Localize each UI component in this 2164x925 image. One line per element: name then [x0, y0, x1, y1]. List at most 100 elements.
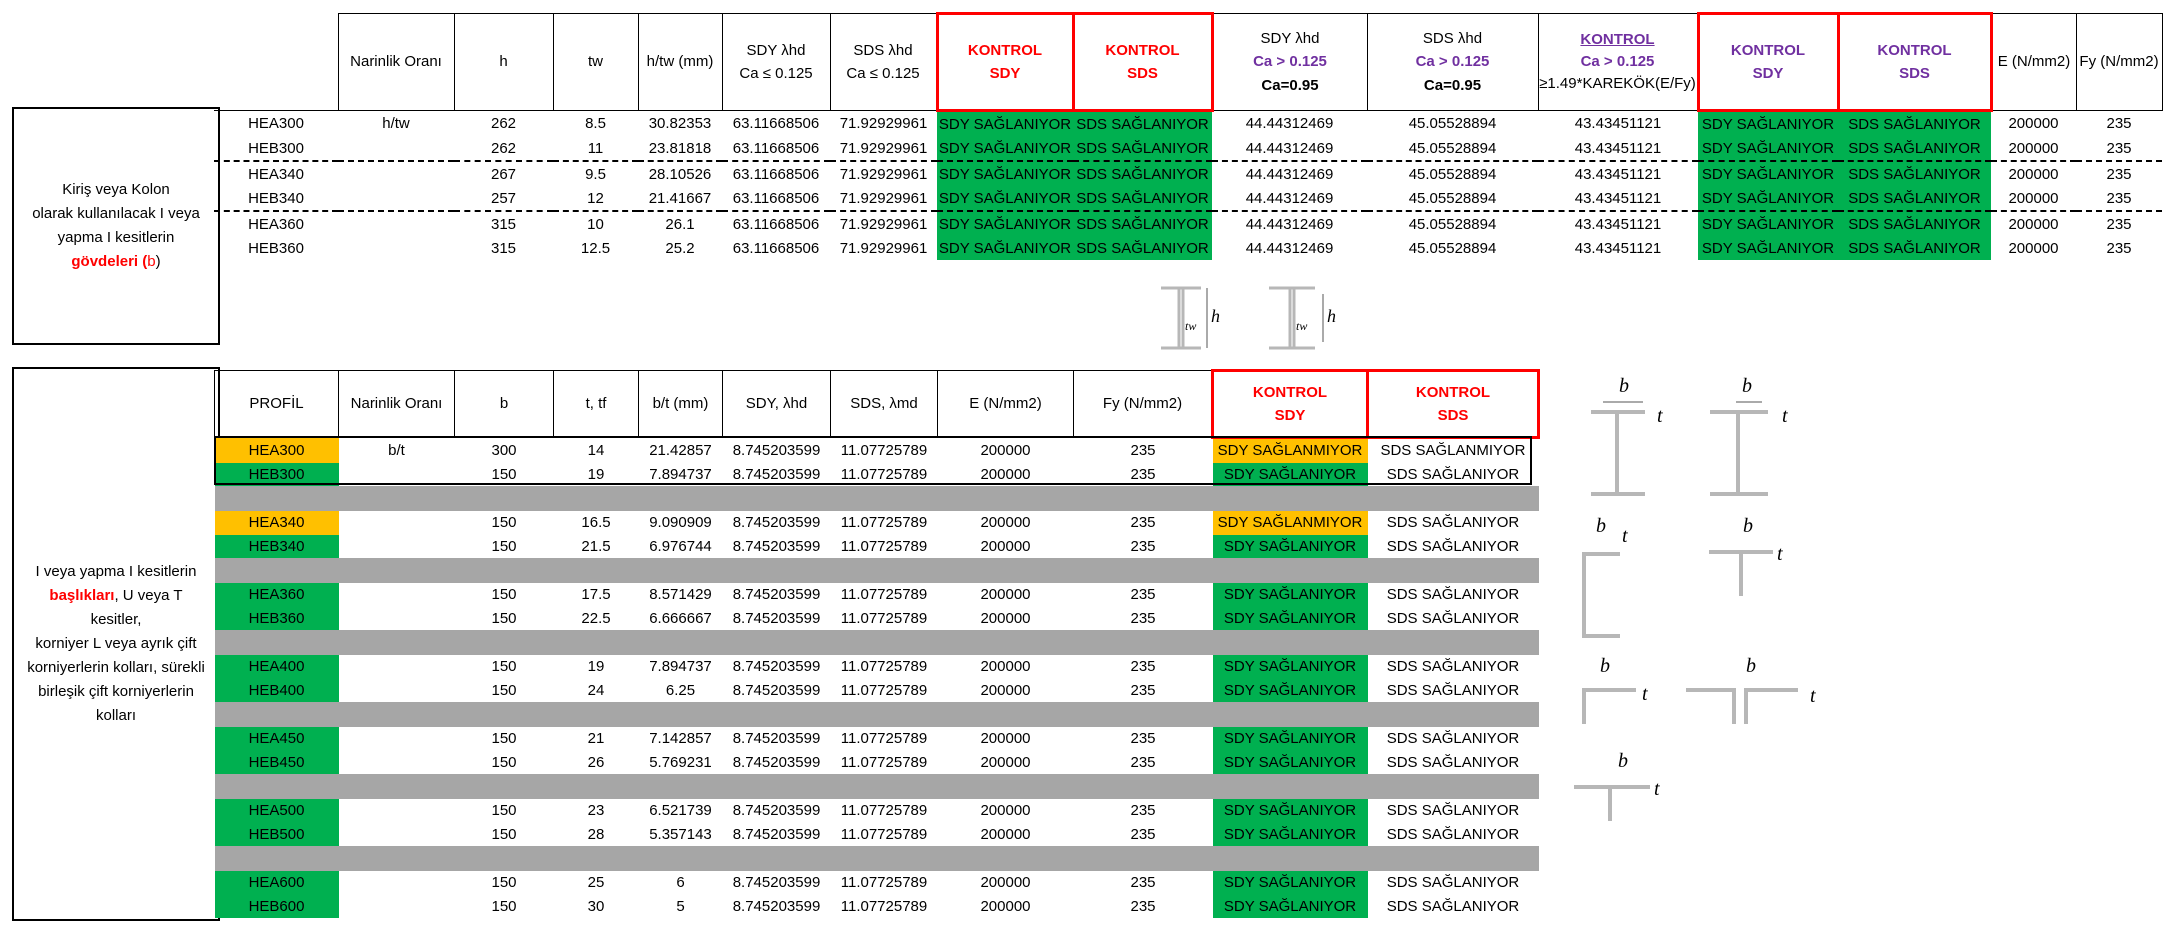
tw-cell: 9.5 [585, 165, 606, 183]
label-line: olarak kullanılacak I veya [32, 205, 200, 222]
spacer-cell [830, 486, 938, 511]
kontrol-sdy-cell: SDY SAĞLANIYOR [1212, 727, 1368, 751]
header-fy: Fy (N/mm2) [2075, 13, 2163, 111]
spacer-cell [1367, 630, 1539, 655]
header-kontrol-sdy-2: KONTROL SDY [1696, 12, 1840, 112]
profil-cell: HEA360 [248, 215, 304, 233]
fy-cell: 235 [2106, 239, 2132, 257]
spacer-cell [553, 558, 639, 583]
spacer-cell [338, 702, 455, 727]
header-text: KONTROL [967, 41, 1043, 59]
narlik-cell [339, 727, 455, 751]
profil-cell: HEB450 [214, 750, 339, 774]
tw-cell: 12 [553, 186, 638, 212]
b-cell: 150 [491, 586, 517, 604]
i-section-flange-diagram-2: b t [1710, 375, 1788, 496]
header-text: SDS [1437, 407, 1469, 424]
kontrol-sdy-cell: SDY SAĞLANIYOR [1212, 655, 1368, 679]
h-label: h [1211, 306, 1220, 326]
label-line: yapma I kesitlerin [57, 229, 175, 246]
profil-cell: HEB600 [214, 894, 339, 918]
header-sdy: SDY, λhd [722, 370, 831, 438]
header-kontrol-sds-2: KONTROL SDS [1836, 12, 1993, 112]
sdy-cell: 8.745203599 [732, 802, 821, 820]
header-text: KONTROL [1877, 41, 1952, 59]
narlik-cell [338, 161, 454, 186]
profil-cell: HEB300 [214, 136, 338, 162]
label-line: kolları [95, 707, 136, 724]
b-cell: 150 [491, 609, 517, 627]
sds2-cell: 45.05528894 [1408, 215, 1497, 233]
kontrol-sds-cell: SDS SAĞLANIYOR [1073, 161, 1212, 186]
bt-cell: 7.142857 [649, 730, 712, 748]
profil-cell: HEA300 [248, 115, 304, 132]
header-narlik: Narinlik Oranı [337, 13, 455, 111]
narlik-cell [339, 463, 455, 487]
header-blank [214, 13, 339, 111]
sdy-cell: 63.11668506 [732, 215, 820, 233]
table-row: HEB300 262 11 23.81818 63.11668506 71.9292996… [214, 136, 2162, 162]
b-label: b [1618, 750, 1628, 772]
narlik-cell [339, 679, 455, 703]
sds-cell: 11.07725789 [840, 897, 928, 915]
kontrol-sds-cell: SDS SAĞLANIYOR [1073, 236, 1212, 260]
label-line: korniyerlerin kolları, sürekli [27, 659, 205, 676]
header-text: SDY [1274, 407, 1306, 424]
bt-cell: 6 [676, 874, 685, 892]
narlik-cell [339, 655, 455, 679]
b-label: b [1619, 375, 1629, 397]
h-cell: 262 [454, 136, 553, 162]
spacer-cell [1367, 558, 1539, 583]
sds-cell: 11.07725789 [840, 825, 928, 843]
spacer-cell [830, 558, 938, 583]
label-line: Kiriş veya Kolon [62, 181, 170, 198]
group-spacer [214, 630, 1539, 655]
kontrol-sdy-cell: SDY SAĞLANMIYOR [1212, 437, 1368, 463]
fy-cell: 235 [1130, 897, 1156, 915]
sds-cell: 11.07725789 [840, 658, 928, 676]
sds2-cell: 45.05528894 [1367, 136, 1538, 162]
e-cell: 200000 [980, 753, 1031, 771]
narlik-cell: h/tw [382, 115, 410, 132]
group-spacer [214, 486, 1539, 511]
kontrol-sdy2-cell: SDY SAĞLANIYOR [1698, 186, 1838, 212]
fy-cell: 235 [2106, 115, 2132, 132]
e-cell: 200000 [980, 586, 1031, 604]
header-text: ≥1.49*KAREKÖK(E/Fy) [1539, 74, 1696, 92]
sds2-cell: 45.05528894 [1367, 186, 1538, 212]
kontrol-sdy-cell: SDY SAĞLANIYOR [1212, 534, 1368, 558]
spacer-cell [937, 630, 1074, 655]
l-angle-diagram: b t [1582, 655, 1648, 724]
kontrol-sds-cell: SDS SAĞLANIYOR [1386, 586, 1520, 604]
b-cell: 150 [491, 874, 517, 892]
kontrol-sds2-cell: SDS SAĞLANIYOR [1838, 211, 1991, 236]
t-section-diagram: b t [1709, 515, 1783, 596]
sdy-cell: 63.11668506 [722, 186, 830, 212]
spacer-cell [454, 774, 554, 799]
table-row: HEA340 150 16.5 9.090909 8.745203599 11.07725… [214, 511, 1539, 535]
sdy-cell: 8.745203599 [732, 897, 821, 915]
sds-cell: 11.07725789 [840, 730, 928, 748]
kontrol-ratio-cell: 43.43451121 [1574, 165, 1662, 183]
spacer-cell [1073, 774, 1213, 799]
double-angle-diagram: b t [1686, 655, 1816, 724]
table-row: HEB340 150 21.5 6.976744 8.745203599 11.07725… [214, 534, 1539, 558]
t-cell: 17.5 [581, 586, 611, 604]
header-text: SDY λhd [1260, 30, 1320, 48]
fy-cell: 235 [1130, 609, 1156, 627]
profil-cell: HEB340 [214, 186, 338, 212]
profil-cell: HEA340 [214, 511, 339, 535]
bt-cell: 7.894737 [649, 658, 712, 676]
label-text: , U veya T [114, 587, 183, 604]
bt-cell: 21.42857 [649, 441, 712, 459]
fy-cell: 235 [1130, 825, 1156, 843]
sds-cell: 11.07725789 [840, 753, 928, 771]
t-cell: 16.5 [581, 514, 611, 532]
sdy-cell: 8.745203599 [732, 874, 821, 892]
highlight-text: b [147, 253, 156, 270]
fy-cell: 235 [2106, 215, 2132, 233]
sdy-cell: 8.745203599 [732, 465, 821, 483]
tw-cell: 8.5 [585, 115, 606, 132]
profil-cell: HEA500 [214, 799, 339, 823]
kontrol-sdy-cell: SDY SAĞLANIYOR [937, 161, 1073, 186]
